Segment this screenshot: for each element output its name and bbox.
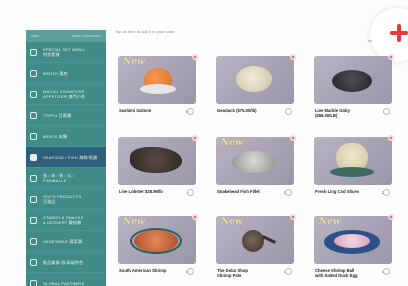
product-image xyxy=(314,137,392,185)
sidebar-item-drinks[interactable]: 飲品雜貨/酒/高級特色 xyxy=(26,252,106,273)
product-name: Live Marble Goby ($58.00/LB) xyxy=(315,108,350,118)
sidebar-item-label: SOY'S PRODUCTS 豆製品 xyxy=(43,194,82,204)
add-dot-icon xyxy=(388,135,394,141)
add-dot-icon xyxy=(290,135,296,141)
product-card[interactable]: 1 份/每件 0.00 Live Lobster $28.99/lb xyxy=(118,135,200,199)
product-card[interactable]: New 1 份/每件 18.00 The Dolar ShopShrimp Pa… xyxy=(216,214,298,278)
sidebar-item-vegetable[interactable]: VEGETABLE 蔬菜類 xyxy=(26,231,106,252)
select-radio[interactable] xyxy=(383,108,390,115)
add-dot-icon xyxy=(192,214,198,220)
select-radio[interactable] xyxy=(383,189,390,196)
sidebar-item-label: SEAFOOD / FISH 海鮮/魚類 xyxy=(43,154,98,160)
sidebar-item-global[interactable]: GLOBAL PARTNERS xyxy=(26,273,106,286)
sidebar-header-left: ITEM xyxy=(31,34,39,38)
product-image xyxy=(314,56,392,104)
new-badge: New xyxy=(221,138,243,148)
product-card[interactable]: 1 份/每件 22.00 Fresh Ling Cod Slices xyxy=(314,135,396,199)
menu-page: Tap an item to add it to your order ITEM… xyxy=(0,0,408,286)
add-dot-icon xyxy=(290,214,296,220)
pot-icon xyxy=(30,69,37,77)
sidebar-item-label: VEGETABLE 蔬菜類 xyxy=(43,238,83,244)
drink-icon xyxy=(30,258,37,266)
search-hint: Tap an item to add it to your order xyxy=(115,26,320,36)
product-name: Live Lobster $28.99/lb xyxy=(119,189,163,194)
ball-icon xyxy=(30,174,37,182)
new-badge: New xyxy=(319,217,341,227)
search-hint-text: Tap an item to add it to your order xyxy=(115,28,175,34)
sidebar-item-label: SPECIAL SET MENU 特別套餐 xyxy=(43,47,85,57)
bowl-icon xyxy=(30,90,37,98)
select-radio[interactable] xyxy=(285,268,292,275)
select-radio[interactable] xyxy=(187,268,194,275)
star-icon xyxy=(30,48,37,56)
add-dot-icon xyxy=(192,135,198,141)
sidebar-item-label: MACAU SIGNATURE APPETIZER 澳門小吃 xyxy=(43,89,86,99)
select-radio[interactable] xyxy=(187,108,194,115)
product-image xyxy=(118,137,196,185)
product-name: Snakehead Fish Fillet xyxy=(217,189,260,194)
add-dot-icon xyxy=(192,54,198,60)
select-radio[interactable] xyxy=(383,268,390,275)
product-card[interactable]: New 1 份/每件 18.00 South American Shrimp xyxy=(118,214,200,278)
sidebar-item-meats[interactable]: MEATS 肉類 xyxy=(26,126,106,147)
new-badge: New xyxy=(123,57,145,67)
sidebar-item-label: BROTH 湯底 xyxy=(43,70,68,76)
product-card[interactable]: 1 份/每件 0.00 Live Marble Goby($58.00/LB) xyxy=(314,54,396,118)
sidebar-item-fishballs[interactable]: 蛋 / 肉 / 魚 / 丸 / FISHBALLS xyxy=(26,168,106,189)
select-radio[interactable] xyxy=(285,108,292,115)
product-card[interactable]: 1 份/每件 7.00 Geoduck ($75.00/lb) xyxy=(216,54,298,118)
product-name: The Dolar Shop Shrimp Pate xyxy=(217,268,248,278)
select-radio[interactable] xyxy=(187,189,194,196)
meat-icon xyxy=(30,132,37,140)
new-badge: New xyxy=(221,217,243,227)
sidebar-item-soy[interactable]: SOY'S PRODUCTS 豆製品 xyxy=(26,189,106,210)
sidebar-header-right: MENU CATEGORY xyxy=(72,34,101,38)
leaf-icon xyxy=(30,237,37,245)
product-name: Sashimi Salmon xyxy=(119,108,152,113)
plus-icon-bar xyxy=(397,24,401,42)
tofu-icon xyxy=(30,111,37,119)
sidebar-item-appetizer[interactable]: MACAU SIGNATURE APPETIZER 澳門小吃 xyxy=(26,84,106,105)
product-name: Cheese Shrimp Ball with Salted Duck Egg xyxy=(315,268,358,278)
add-dot-icon xyxy=(388,54,394,60)
category-sidebar: ITEM MENU CATEGORY SPECIAL SET MENU 特別套餐 … xyxy=(26,30,106,286)
sidebar-item-tofu[interactable]: TOFFU 豆腐類 xyxy=(26,105,106,126)
sidebar-item-label: 蛋 / 肉 / 魚 / 丸 / FISHBALLS xyxy=(43,173,75,183)
sidebar-item-special-set[interactable]: SPECIAL SET MENU 特別套餐 xyxy=(26,42,106,63)
sidebar-item-label: GLOBAL PARTNERS xyxy=(43,280,85,286)
product-image xyxy=(216,56,294,104)
sidebar-item-seafood[interactable]: SEAFOOD / FISH 海鮮/魚類 xyxy=(26,147,106,168)
sidebar-item-label: TOFFU 豆腐類 xyxy=(43,112,72,118)
select-radio[interactable] xyxy=(285,189,292,196)
sidebar-item-starch[interactable]: STARCH & SNACKS & DESSERT 澱粉類 xyxy=(26,210,106,231)
sidebar-item-broth[interactable]: BROTH 湯底 xyxy=(26,63,106,84)
sidebar-item-label: STARCH & SNACKS & DESSERT 澱粉類 xyxy=(43,215,84,225)
sidebar-header: ITEM MENU CATEGORY xyxy=(26,30,106,42)
soy-icon xyxy=(30,195,37,203)
new-badge: New xyxy=(123,217,145,227)
product-card[interactable]: New 1 份/每件 58.00 Sashimi Salmon xyxy=(118,54,200,118)
divider xyxy=(368,40,372,42)
add-dot-icon xyxy=(290,54,296,60)
globe-icon xyxy=(30,279,37,286)
product-name: South American Shrimp xyxy=(119,268,167,273)
sidebar-item-label: 飲品雜貨/酒/高級特色 xyxy=(43,259,84,265)
product-card[interactable]: New 1 份/每件 18.00 Cheese Shrimp Ballwith … xyxy=(314,214,396,278)
add-dot-icon xyxy=(388,214,394,220)
sidebar-item-label: MEATS 肉類 xyxy=(43,133,68,139)
fish-icon xyxy=(30,153,37,161)
product-card[interactable]: New 1 份/每件 22.00 Snakehead Fish Fillet xyxy=(216,135,298,199)
product-name: Fresh Ling Cod Slices xyxy=(315,189,359,194)
product-name: Geoduck ($75.00/lb) xyxy=(217,108,257,113)
noodle-icon xyxy=(30,216,37,224)
